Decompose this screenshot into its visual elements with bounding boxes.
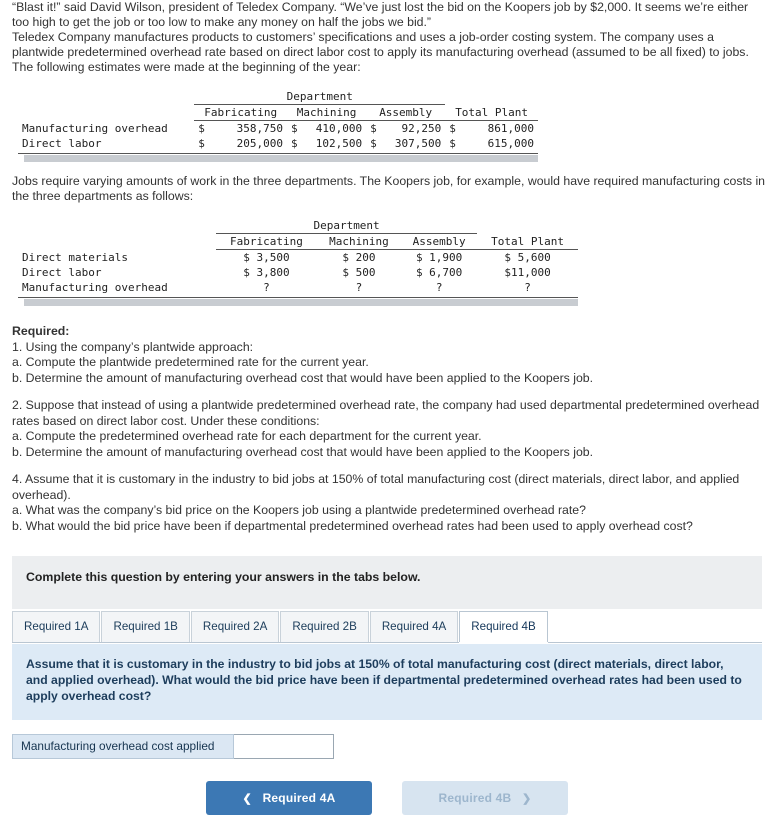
estimates-table: Department Fabricating Machining Assembl…	[18, 89, 538, 151]
table2-col-machining: Machining	[316, 233, 402, 250]
table-group-header-row: Department	[18, 218, 578, 234]
second-paragraph: Jobs require varying amounts of work in …	[12, 174, 766, 203]
tab-required-2b[interactable]: Required 2B	[280, 611, 369, 642]
tab-bar: Required 1A Required 1B Required 2A Requ…	[12, 609, 762, 643]
table1-r0c0-value: 358,750	[236, 122, 284, 135]
table1-col-assembly: Assembly	[366, 104, 446, 121]
table2-col-assembly: Assembly	[401, 233, 478, 250]
table1-r0c1-value: 410,000	[315, 122, 363, 135]
table2-r0c1: $ 200	[342, 251, 376, 264]
table1-r0c0-currency: $	[198, 122, 205, 135]
table2-bottom-rule	[18, 297, 578, 298]
table1-row1-label: Direct labor	[22, 137, 102, 150]
table1-r1c2-value: 307,500	[394, 137, 442, 150]
required-4a: a. What was the company’s bid price on t…	[12, 503, 586, 517]
table1-r0c2-currency: $	[370, 122, 377, 135]
table2-r1c3: $11,000	[504, 266, 551, 279]
required-section: Required: 1. Using the company’s plantwi…	[0, 306, 774, 534]
table2-r0c0: $ 3,500	[243, 251, 290, 264]
table-column-header-row: Fabricating Machining Assembly Total Pla…	[18, 233, 578, 250]
table1-col-total: Total Plant	[445, 104, 538, 121]
koopers-table-wrapper: Department Fabricating Machining Assembl…	[18, 218, 578, 306]
tab-required-1a[interactable]: Required 1A	[12, 611, 101, 642]
intro-paragraph: Teledex Company manufactures products to…	[12, 30, 749, 74]
answer-row: Manufacturing overhead cost applied	[12, 734, 762, 759]
table1-r1c3-currency: $	[449, 137, 456, 150]
estimates-table-wrapper: Department Fabricating Machining Assembl…	[18, 89, 538, 162]
table1-r1c0-value: 205,000	[236, 137, 284, 150]
table1-r1c1-value: 102,500	[315, 137, 363, 150]
table2-col-total: Total Plant	[477, 233, 578, 250]
table-row: Manufacturing overhead $ 358,750 $ 410,0…	[18, 121, 538, 137]
table2-group-header: Department	[216, 218, 478, 234]
answer-label: Manufacturing overhead cost applied	[12, 734, 234, 759]
tab-required-4a[interactable]: Required 4A	[369, 611, 459, 642]
table1-bottom-rule	[18, 153, 538, 154]
chevron-left-icon: ❮	[242, 793, 252, 805]
question-panel: Assume that it is customary in the indus…	[12, 644, 762, 720]
table2-row0-label: Direct materials	[22, 250, 128, 264]
table1-r1c1-currency: $	[291, 137, 298, 150]
required-2: 2. Suppose that instead of using a plant…	[12, 398, 760, 428]
required-1a: a. Compute the plantwide predetermined r…	[12, 355, 369, 369]
table1-r0c1-currency: $	[291, 122, 298, 135]
table2-r2c0: ?	[263, 281, 270, 294]
required-heading: Required:	[12, 324, 70, 338]
table1-row0-label: Manufacturing overhead	[22, 121, 168, 135]
required-2a: a. Compute the predetermined overhead ra…	[12, 429, 482, 443]
table2-r0c3: $ 5,600	[504, 251, 551, 264]
instruction-bar: Complete this question by entering your …	[12, 556, 762, 610]
next-button-label: Required 4B	[438, 791, 512, 805]
table2-r0c2: $ 1,900	[415, 251, 463, 264]
required-4b: b. What would the bid price have been if…	[12, 518, 693, 533]
question-page: “Blast it!” said David Wilson, president…	[0, 0, 774, 815]
table1-col-fabricating: Fabricating	[194, 104, 288, 121]
next-button[interactable]: Required 4B ❯	[402, 781, 568, 815]
tab-required-2a[interactable]: Required 2A	[190, 611, 280, 642]
table1-r1c0-currency: $	[198, 137, 205, 150]
table2-r1c0: $ 3,800	[243, 266, 290, 279]
tab-required-4b[interactable]: Required 4B	[459, 611, 548, 642]
table1-r1c3-value: 615,000	[487, 137, 534, 150]
prev-button[interactable]: ❮ Required 4A	[206, 781, 372, 815]
table1-r0c3-currency: $	[449, 122, 456, 135]
table2-r2c1: ?	[355, 281, 363, 294]
koopers-table: Department Fabricating Machining Assembl…	[18, 218, 578, 295]
table-group-header-row: Department	[18, 89, 538, 105]
tab-required-1b[interactable]: Required 1B	[101, 611, 190, 642]
required-2b: b. Determine the amount of manufacturing…	[12, 444, 594, 459]
required-1: 1. Using the company’s plantwide approac…	[12, 339, 254, 354]
table-row: Direct materials $ 3,500 $ 200 $ 1,900 $…	[18, 250, 578, 266]
table-row: Direct labor $ 205,000 $ 102,500 $ 307,5…	[18, 136, 538, 151]
quote-paragraph: “Blast it!” said David Wilson, president…	[12, 0, 749, 29]
table2-r1c2: $ 6,700	[415, 266, 463, 279]
answer-input-wrapper[interactable]	[234, 734, 334, 759]
table2-shadow	[24, 299, 578, 306]
chevron-right-icon: ❯	[522, 793, 532, 805]
table1-col-machining: Machining	[287, 104, 367, 121]
table-column-header-row: Fabricating Machining Assembly Total Pla…	[18, 104, 538, 121]
table2-row1-label: Direct labor	[22, 266, 102, 279]
table1-r1c2-currency: $	[370, 137, 377, 150]
table-row: Manufacturing overhead ? ? ? ?	[18, 280, 578, 295]
table1-r0c2-value: 92,250	[401, 122, 442, 135]
table2-r2c3: ?	[524, 281, 531, 294]
table2-r2c2: ?	[435, 281, 443, 294]
table2-r1c1: $ 500	[342, 266, 376, 279]
table2-row2-label: Manufacturing overhead	[22, 281, 168, 294]
prev-button-label: Required 4A	[262, 791, 336, 805]
nav-buttons: ❮ Required 4A Required 4B ❯	[0, 781, 774, 815]
required-4: 4. Assume that it is customary in the in…	[12, 472, 740, 502]
table-row: Direct labor $ 3,800 $ 500 $ 6,700 $11,0…	[18, 265, 578, 280]
table1-group-header: Department	[194, 89, 446, 105]
answer-input[interactable]	[234, 735, 333, 758]
required-1b: b. Determine the amount of manufacturing…	[12, 370, 594, 385]
table1-r0c3-value: 861,000	[487, 122, 534, 135]
table1-shadow	[24, 155, 538, 162]
table2-col-fabricating: Fabricating	[216, 233, 317, 250]
